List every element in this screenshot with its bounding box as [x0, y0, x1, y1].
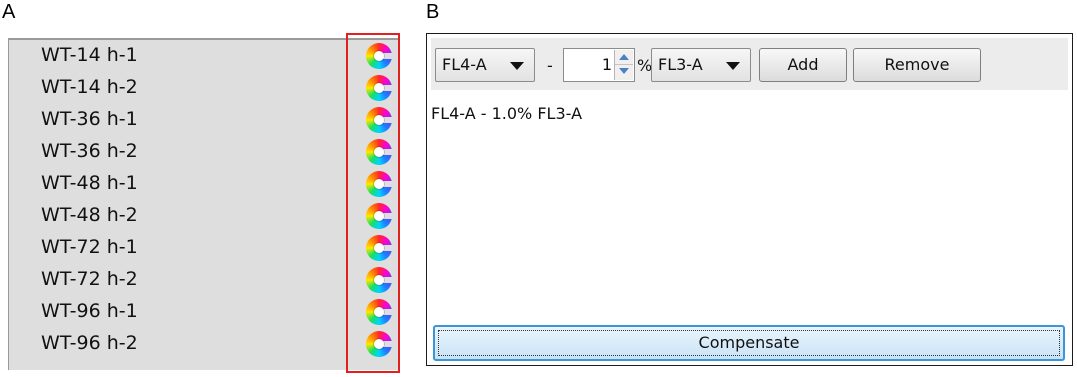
percent-label: % [637, 56, 653, 75]
compensation-toolbar: FL4-A - 1 % FL3-A Add Remove [431, 38, 1068, 90]
add-button[interactable]: Add [759, 48, 847, 82]
list-item[interactable]: WT-14 h-1 [9, 40, 399, 72]
compensation-panel: FL4-A - 1 % FL3-A Add Remove FL4-A - 1.0… [426, 33, 1073, 366]
spin-buttons [614, 50, 633, 80]
spin-up-icon[interactable] [615, 50, 633, 65]
compensate-label: Compensate [698, 333, 800, 352]
list-item[interactable]: WT-72 h-2 [9, 264, 399, 296]
list-item[interactable]: WT-48 h-1 [9, 168, 399, 200]
sample-label: WT-48 h-2 [41, 204, 138, 226]
percent-spinbox[interactable]: 1 [563, 48, 635, 82]
list-item[interactable]: WT-14 h-2 [9, 72, 399, 104]
list-item[interactable]: WT-96 h-2 [9, 328, 399, 360]
sample-label: WT-14 h-2 [41, 76, 138, 98]
sample-label: WT-48 h-1 [41, 172, 138, 194]
panel-a-label: A [2, 1, 16, 23]
sample-label: WT-36 h-1 [41, 108, 138, 130]
sample-label: WT-72 h-1 [41, 236, 138, 258]
sample-label: WT-36 h-2 [41, 140, 138, 162]
list-item[interactable]: WT-72 h-1 [9, 232, 399, 264]
sample-label: WT-96 h-1 [41, 300, 138, 322]
sample-list[interactable]: WT-14 h-1 WT-14 h-2 WT-36 h-1 WT-36 h-2 … [8, 38, 400, 370]
remove-button[interactable]: Remove [853, 48, 981, 82]
target-channel-value: FL3-A [658, 55, 703, 74]
list-item[interactable]: WT-96 h-1 [9, 296, 399, 328]
dropdown-arrow-icon [510, 62, 524, 70]
compensation-entry[interactable]: FL4-A - 1.0% FL3-A [431, 104, 582, 123]
compensate-button[interactable]: Compensate [433, 325, 1065, 361]
source-channel-select[interactable]: FL4-A [435, 48, 535, 82]
sample-label: WT-96 h-2 [41, 332, 138, 354]
list-item[interactable]: WT-36 h-1 [9, 104, 399, 136]
list-item[interactable]: WT-36 h-2 [9, 136, 399, 168]
dropdown-arrow-icon [726, 62, 740, 70]
percent-value: 1 [601, 55, 612, 74]
target-channel-select[interactable]: FL3-A [651, 48, 751, 82]
panel-b-label: B [426, 1, 440, 23]
highlight-box [346, 33, 400, 373]
list-item[interactable]: WT-48 h-2 [9, 200, 399, 232]
sample-label: WT-14 h-1 [41, 44, 138, 66]
source-channel-value: FL4-A [442, 55, 487, 74]
spin-down-icon[interactable] [615, 65, 633, 80]
sample-label: WT-72 h-2 [41, 268, 138, 290]
minus-label: - [547, 56, 553, 75]
